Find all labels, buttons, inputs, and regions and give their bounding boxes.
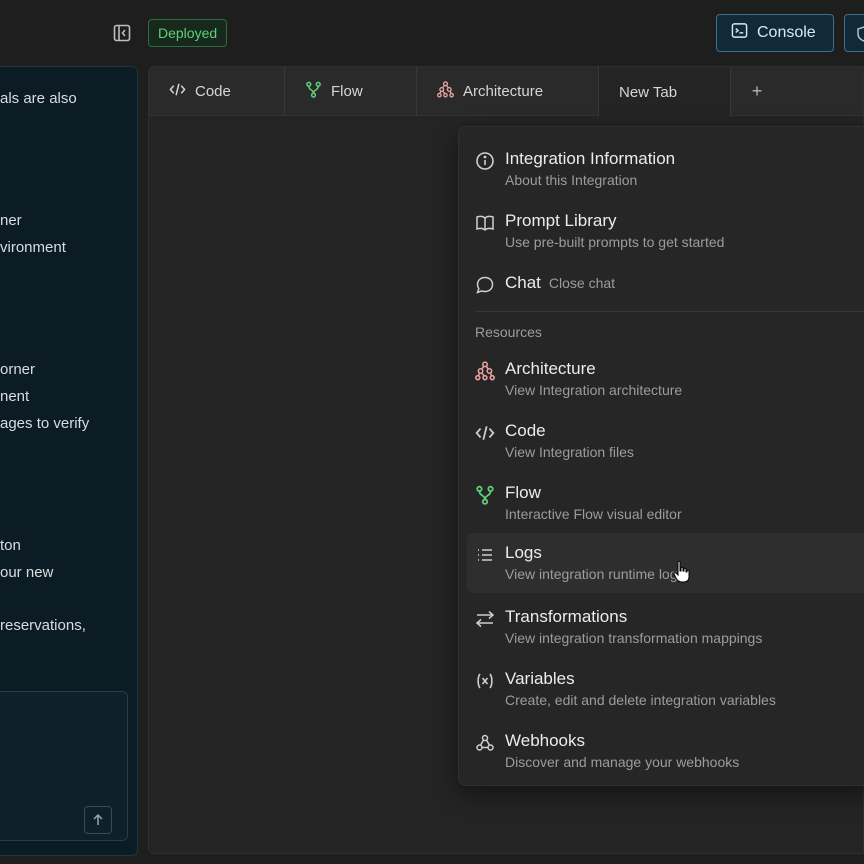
menu-item-title: Code [505, 421, 546, 440]
tab-new-tab[interactable]: New Tab [599, 67, 731, 117]
menu-item-title: Flow [505, 483, 541, 502]
terminal-icon [731, 22, 748, 44]
architecture-icon [475, 361, 495, 381]
chat-text-line: reservations, [0, 617, 86, 634]
menu-divider [475, 311, 864, 312]
hand-cursor-icon [672, 560, 692, 584]
chat-text-line: nent [0, 388, 30, 405]
menu-item-subtitle: Close chat [548, 275, 616, 291]
menu-item-logs[interactable]: Logs View integration runtime logs [467, 533, 864, 593]
menu-item-subtitle: View integration runtime logs [505, 566, 685, 582]
console-label: Console [757, 24, 816, 41]
menu-item-title: Transformations [505, 607, 628, 626]
chat-text-line: ner [0, 212, 22, 229]
menu-item-subtitle: View integration transformation mappings [505, 630, 763, 646]
chat-input[interactable] [0, 691, 128, 841]
tab-architecture[interactable]: Architecture [417, 67, 599, 116]
chat-text-line: ages to verify [0, 415, 90, 432]
menu-item-title: Variables [505, 669, 575, 688]
menu-item-subtitle: Create, edit and delete integration vari… [505, 692, 776, 708]
webhook-icon [475, 733, 495, 753]
architecture-icon [437, 81, 454, 102]
menu-item-chat-text: Chat Close chat [505, 273, 615, 293]
tab-label: Architecture [463, 83, 544, 100]
menu-item-title: Prompt Library [505, 211, 617, 230]
list-icon [475, 545, 495, 565]
section-label-resources: Resources [475, 324, 542, 340]
chat-panel: als are also ner vironment orner nent ag… [0, 66, 138, 856]
menu-item-integration-information[interactable]: Integration Information About this Integ… [467, 145, 864, 203]
chat-text-line: als are also [0, 90, 77, 107]
send-button[interactable] [84, 806, 112, 834]
chat-text-line: ton [0, 537, 21, 554]
menu-item-code[interactable]: Code View Integration files [467, 417, 864, 475]
code-icon [475, 423, 495, 443]
menu-item-subtitle: Interactive Flow visual editor [505, 506, 682, 522]
menu-item-chat[interactable]: Chat Close chat [467, 269, 864, 305]
menu-item-title: Chat [505, 273, 541, 292]
tab-code[interactable]: Code [149, 67, 285, 116]
menu-item-title: Webhooks [505, 731, 586, 750]
arrows-icon [475, 609, 495, 629]
menu-item-subtitle: View Integration architecture [505, 382, 683, 398]
menu-item-variables[interactable]: Variables Create, edit and delete integr… [467, 665, 864, 723]
chat-text-line: orner [0, 361, 36, 378]
add-tab-button[interactable]: + [731, 67, 783, 116]
book-icon [475, 213, 495, 233]
tab-label: Flow [331, 83, 363, 100]
status-badge: Deployed [148, 19, 228, 47]
chat-text-line: vironment [0, 239, 66, 256]
sidebar-toggle-icon[interactable] [112, 23, 132, 43]
menu-item-title: Architecture [505, 359, 596, 378]
tab-bar: Code Flow Architecture New Tab + [149, 67, 863, 117]
menu-item-prompt-library[interactable]: Prompt Library Use pre-built prompts to … [467, 207, 864, 265]
menu-item-title: Logs [505, 543, 542, 562]
menu-item-subtitle: About this Integration [505, 172, 638, 188]
menu-item-subtitle: Discover and manage your webhooks [505, 754, 740, 770]
arrow-up-icon [93, 813, 103, 825]
shield-button[interactable] [844, 14, 864, 52]
chat-text-line: our new [0, 564, 54, 581]
tab-label: New Tab [619, 83, 678, 101]
tab-flow[interactable]: Flow [285, 67, 417, 116]
flow-icon [475, 485, 495, 505]
menu-item-subtitle: View Integration files [505, 444, 634, 460]
top-bar: Deployed Console [0, 0, 864, 66]
menu-item-architecture[interactable]: Architecture View Integration architectu… [467, 355, 864, 413]
menu-item-subtitle: Use pre-built prompts to get started [505, 234, 725, 250]
menu-item-transformations[interactable]: Transformations View integration transfo… [467, 603, 864, 661]
menu-item-webhooks[interactable]: Webhooks Discover and manage your webhoo… [467, 727, 864, 785]
tab-label: Code [195, 83, 231, 100]
menu-item-title: Integration Information [505, 149, 676, 168]
variable-icon [475, 671, 495, 691]
info-icon [475, 151, 495, 171]
console-button[interactable]: Console [716, 14, 834, 52]
menu-item-flow[interactable]: Flow Interactive Flow visual editor [467, 479, 864, 537]
new-tab-menu: Integration Information About this Integ… [458, 126, 864, 786]
shield-icon [857, 26, 864, 42]
code-icon [169, 81, 186, 102]
flow-icon [305, 81, 322, 102]
chat-icon [475, 275, 495, 295]
